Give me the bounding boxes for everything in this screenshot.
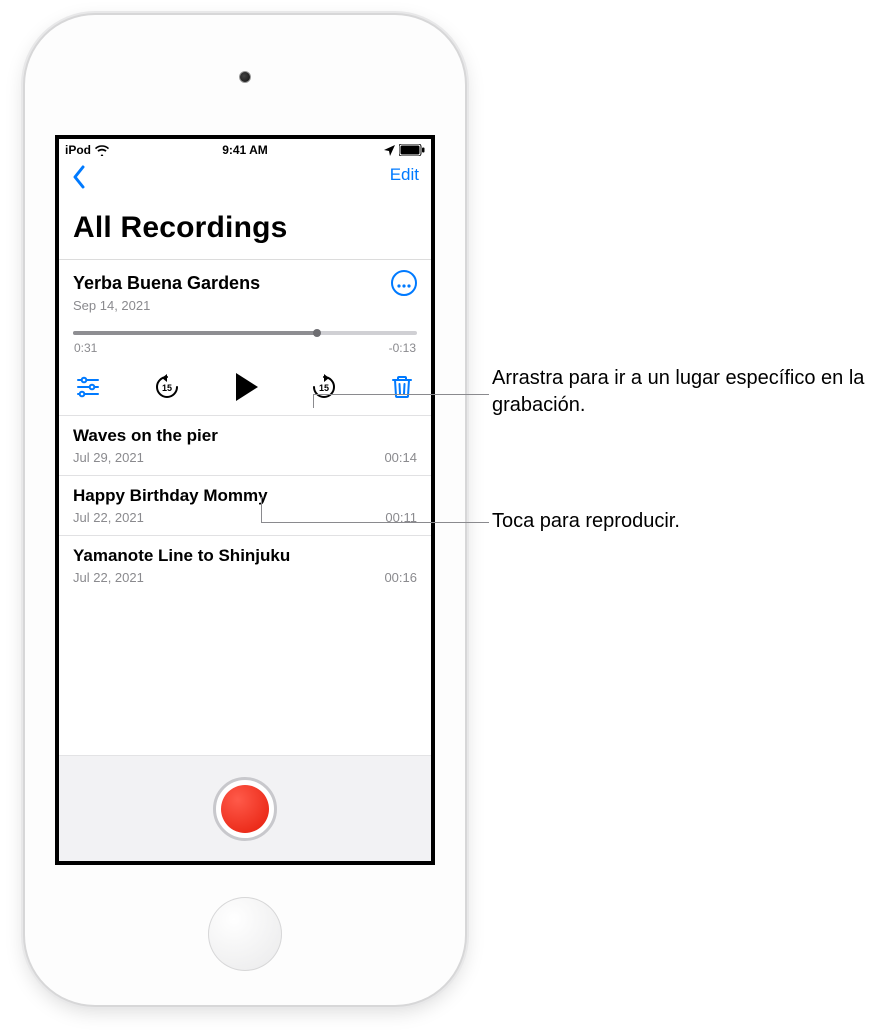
recording-duration: 00:16 <box>384 570 417 585</box>
play-button[interactable] <box>232 373 258 401</box>
nav-bar: Edit <box>59 161 431 205</box>
callout-leader <box>313 394 314 408</box>
scrubber[interactable]: 0:31 -0:13 <box>59 313 431 361</box>
selected-title[interactable]: Yerba Buena Gardens <box>73 273 260 294</box>
skip-forward-seconds: 15 <box>318 383 328 393</box>
callout-play: Toca para reproducir. <box>492 508 852 535</box>
selected-date: Sep 14, 2021 <box>73 298 417 313</box>
status-bar: iPod 9:41 AM <box>59 139 431 161</box>
remaining-label: -0:13 <box>389 341 416 355</box>
recording-title: Happy Birthday Mommy <box>73 486 417 506</box>
record-icon <box>221 785 269 833</box>
skip-back-seconds: 15 <box>161 383 171 393</box>
callout-leader <box>261 522 489 523</box>
page-title: All Recordings <box>59 205 431 259</box>
callout-leader <box>261 497 262 522</box>
location-icon <box>384 145 395 156</box>
recording-date: Jul 22, 2021 <box>73 570 144 585</box>
record-button[interactable] <box>213 777 277 841</box>
more-button[interactable] <box>391 270 417 296</box>
recording-duration: 00:14 <box>384 450 417 465</box>
clock-label: 9:41 AM <box>222 143 268 157</box>
ellipsis-icon <box>397 275 411 291</box>
callout-leader <box>313 394 489 395</box>
skip-back-button[interactable]: 15 <box>154 374 180 400</box>
recording-title: Waves on the pier <box>73 426 417 446</box>
selected-recording: Yerba Buena Gardens Sep 14, 2021 <box>59 260 431 313</box>
edit-button[interactable]: Edit <box>390 165 419 185</box>
recording-row[interactable]: Yamanote Line to Shinjuku Jul 22, 2021 0… <box>59 535 431 595</box>
carrier-label: iPod <box>65 143 91 157</box>
delete-button[interactable] <box>389 374 415 400</box>
screen: iPod 9:41 AM Edit All Reco <box>55 135 435 865</box>
device-frame: iPod 9:41 AM Edit All Reco <box>25 15 465 1005</box>
record-bar <box>59 755 431 861</box>
options-button[interactable] <box>75 374 101 400</box>
battery-icon <box>399 144 425 156</box>
wifi-icon <box>95 145 109 156</box>
callout-scrubber: Arrastra para ir a un lugar específico e… <box>492 365 872 419</box>
front-camera <box>239 71 251 83</box>
recording-row[interactable]: Happy Birthday Mommy Jul 22, 2021 00:11 <box>59 475 431 535</box>
scrubber-thumb[interactable] <box>313 329 321 337</box>
recording-row[interactable]: Waves on the pier Jul 29, 2021 00:14 <box>59 415 431 475</box>
recording-date: Jul 29, 2021 <box>73 450 144 465</box>
skip-forward-button[interactable]: 15 <box>311 374 337 400</box>
playback-controls: 15 15 <box>59 361 431 415</box>
recording-date: Jul 22, 2021 <box>73 510 144 525</box>
back-button[interactable] <box>71 165 87 193</box>
scrubber-fill <box>73 331 317 335</box>
recording-title: Yamanote Line to Shinjuku <box>73 546 417 566</box>
scrubber-track <box>73 331 417 335</box>
elapsed-label: 0:31 <box>74 341 97 355</box>
play-icon <box>236 373 258 401</box>
home-button[interactable] <box>208 897 282 971</box>
